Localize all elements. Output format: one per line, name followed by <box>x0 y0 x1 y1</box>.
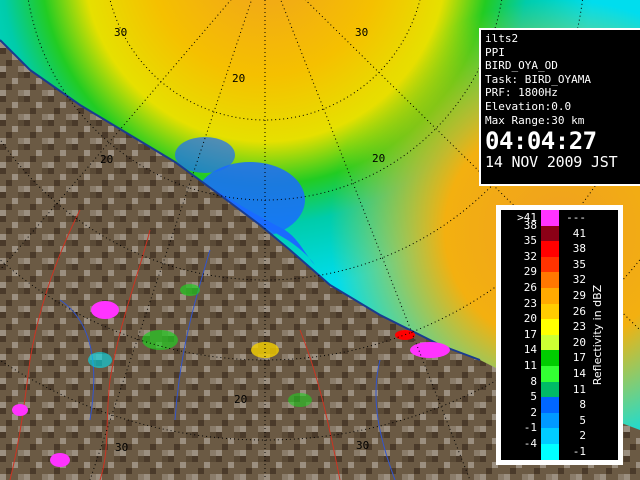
legend-lower-value: 41 <box>572 226 586 240</box>
legend-upper-value: -4 <box>523 437 537 450</box>
elevation-value: Elevation:0.0 <box>485 99 572 113</box>
prf-value: PRF: 1800Hz <box>485 86 558 100</box>
legend-swatch <box>541 366 559 382</box>
legend-swatch <box>541 412 559 429</box>
task-name: Task: BIRD_OYAMA <box>485 72 591 86</box>
legend-upper-value: 2 <box>530 405 537 419</box>
legend-upper-value: 35 <box>523 234 537 248</box>
legend-lower-value: 5 <box>579 413 586 427</box>
site-name: ilts2 <box>485 32 519 45</box>
legend-upper-value: 17 <box>523 327 537 341</box>
scan-mode: PPI <box>485 45 505 59</box>
legend-swatch <box>541 225 559 242</box>
legend-lower-value: --- <box>566 211 586 224</box>
legend-swatch <box>541 241 559 257</box>
range-label: 20 <box>234 393 247 406</box>
range-label: 20 <box>372 152 385 165</box>
legend-swatch <box>541 444 559 460</box>
legend-upper-value: 5 <box>530 390 537 404</box>
color-scale-legend: >41 --- 38 41 35 38 32 35 29 32 26 29 23 26 20 23 17 20 14… <box>496 205 623 465</box>
legend-lower-value: -1 <box>572 445 586 458</box>
legend-upper-value: 14 <box>523 343 537 357</box>
legend-swatch <box>541 256 559 273</box>
legend-upper-value: 32 <box>523 249 537 263</box>
legend-upper-value: 23 <box>523 296 537 310</box>
legend-swatch <box>541 334 559 351</box>
legend-swatch <box>541 210 559 226</box>
legend-upper-value: -1 <box>523 421 537 435</box>
legend-lower-value: 26 <box>572 304 586 318</box>
legend-upper-value: 8 <box>530 374 537 388</box>
max-range-value: Max Range:30 km <box>485 113 585 127</box>
legend-swatch <box>541 319 559 335</box>
legend-swatch <box>541 397 559 413</box>
legend-swatch <box>541 288 559 304</box>
legend-swatch <box>541 303 559 320</box>
scan-time: 04:04:27 <box>485 127 597 156</box>
legend-title: Reflectivity in dBZ <box>591 284 604 386</box>
legend-swatch <box>541 350 559 366</box>
legend-lower-value: 8 <box>579 398 586 412</box>
range-label: 20 <box>232 72 245 85</box>
product-name: BIRD_OYA_OD <box>485 59 558 73</box>
radar-info-panel: ilts2 PPI BIRD_OYA_OD Task: BIRD_OYAMA P… <box>479 28 640 186</box>
range-label: 20 <box>100 153 113 166</box>
legend-lower-value: 14 <box>572 367 586 380</box>
legend-swatch <box>541 428 559 444</box>
legend-lower-value: 2 <box>579 429 586 443</box>
legend-swatch <box>541 381 559 398</box>
legend-lower-value: 17 <box>572 351 586 365</box>
legend-row: -4 -1 <box>501 437 618 460</box>
legend-upper-value: 11 <box>523 359 537 372</box>
legend-swatch <box>541 272 559 288</box>
legend-lower-value: 23 <box>572 320 586 334</box>
range-label: 30 <box>356 439 369 452</box>
legend-lower-value: 32 <box>572 273 586 287</box>
legend-upper-value: 38 <box>523 218 537 232</box>
legend-upper-value: 26 <box>523 281 537 294</box>
legend-lower-value: 35 <box>572 257 586 271</box>
range-label: 30 <box>114 26 127 39</box>
legend-upper-value: 20 <box>523 312 537 326</box>
legend-lower-value: 29 <box>572 289 586 302</box>
legend-body: >41 --- 38 41 35 38 32 35 29 32 26 29 23 26 20 23 17 20 14… <box>501 210 618 460</box>
range-label: 30 <box>355 26 368 39</box>
range-label: 30 <box>115 441 128 454</box>
legend-upper-value: 29 <box>523 265 537 279</box>
scan-date: 14 NOV 2009 JST <box>485 153 618 172</box>
legend-lower-value: 38 <box>572 242 586 256</box>
legend-lower-value: 11 <box>572 382 586 396</box>
legend-lower-value: 20 <box>572 335 586 349</box>
